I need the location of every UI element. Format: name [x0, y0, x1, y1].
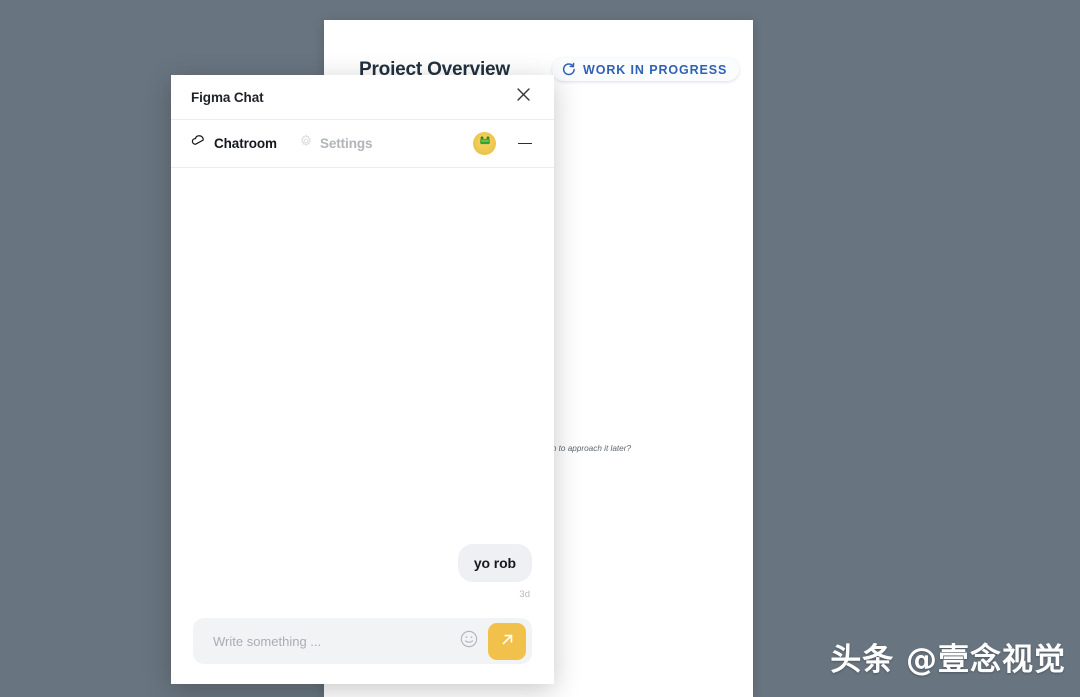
status-badge-label: WORK IN PROGRESS: [583, 62, 728, 77]
avatar[interactable]: [473, 132, 496, 155]
tab-chatroom[interactable]: Chatroom: [191, 133, 277, 154]
minimize-icon: [518, 142, 532, 145]
send-button[interactable]: [488, 622, 526, 660]
smiley-icon: [459, 629, 479, 654]
emoji-button[interactable]: [456, 628, 482, 654]
status-badge[interactable]: WORK IN PROGRESS: [552, 58, 740, 81]
refresh-icon: [561, 62, 576, 77]
figma-chat-panel: Figma Chat Chatroom Settings yo rob 3d W…: [171, 75, 554, 684]
gear-icon: [299, 134, 313, 153]
tab-settings-label: Settings: [319, 136, 373, 151]
chat-message: yo rob 3d: [193, 544, 532, 600]
tab-settings[interactable]: Settings: [299, 134, 373, 153]
chat-window-title: Figma Chat: [191, 89, 264, 105]
chat-composer: [171, 606, 554, 684]
arrow-up-right-icon: [499, 631, 516, 651]
close-icon: [515, 86, 532, 108]
chat-tabbar: Chatroom Settings: [171, 120, 554, 168]
close-button[interactable]: [510, 84, 536, 110]
chat-bubble-icon: [191, 133, 207, 154]
message-input[interactable]: [213, 633, 456, 649]
chat-titlebar: Figma Chat: [171, 75, 554, 120]
tab-chatroom-label: Chatroom: [214, 136, 277, 151]
watermark: 头条 @壹念视觉: [830, 642, 1066, 678]
composer-field-wrapper: [193, 618, 532, 664]
chat-message-bubble: yo rob: [457, 544, 532, 582]
chat-message-timestamp: 3d: [519, 589, 530, 600]
chat-message-list[interactable]: yo rob 3d: [171, 168, 554, 606]
avatar-frog-icon: [478, 134, 492, 153]
minimize-button[interactable]: [514, 133, 536, 155]
